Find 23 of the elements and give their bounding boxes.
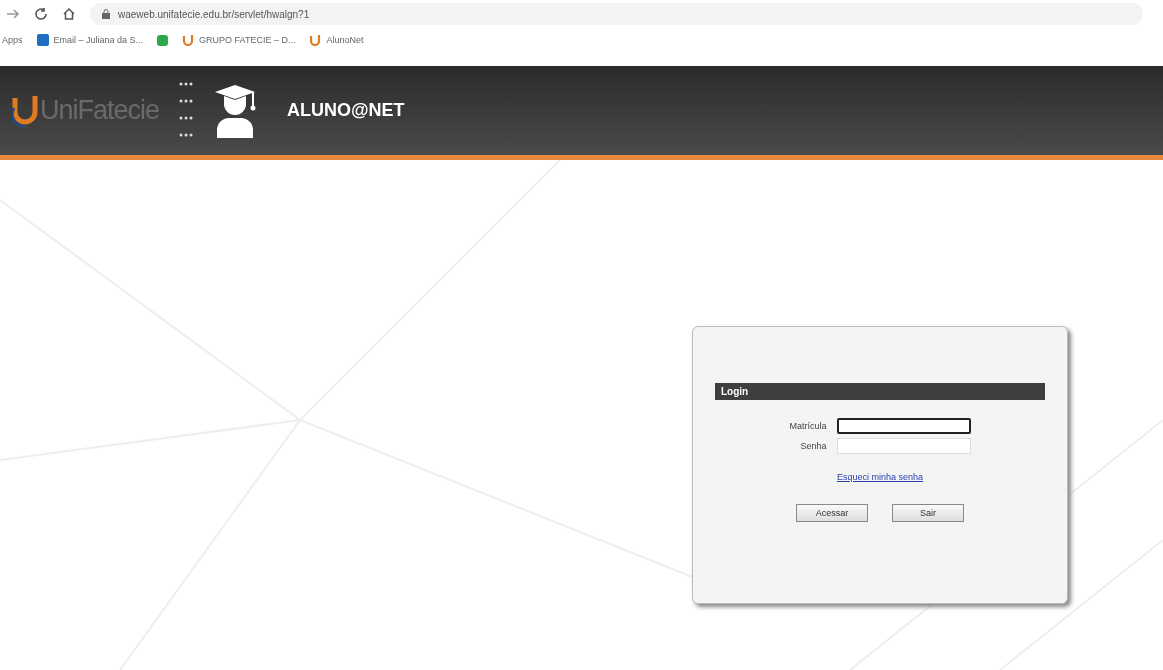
mail-icon	[36, 34, 49, 46]
lock-icon	[102, 9, 110, 19]
bookmark[interactable]: Email – Juliana da S...	[36, 34, 144, 46]
bookmark[interactable]: GRUPO FATECIE – D...	[182, 34, 296, 46]
address-bar[interactable]: waeweb.unifatecie.edu.br/servlet/hwalgn?1	[90, 3, 1143, 25]
form-button[interactable]: Sair	[892, 504, 964, 522]
reload-icon[interactable]	[34, 7, 48, 21]
input-field[interactable]	[836, 418, 971, 434]
u-logo-icon	[182, 34, 195, 46]
form-button[interactable]: Acessar	[796, 504, 868, 522]
bookmark-icon[interactable]	[157, 34, 169, 46]
back-icon[interactable]	[6, 8, 20, 20]
field-label: Senha	[800, 441, 827, 451]
home-icon[interactable]	[62, 7, 76, 21]
panel-header: Login	[715, 383, 1045, 400]
graduate-icon[interactable]	[213, 83, 258, 138]
apps-link[interactable]: Apps	[2, 35, 23, 45]
forgot-password-link[interactable]: Esqueci minha senha	[715, 472, 1045, 482]
field-label: Matrícula	[789, 421, 827, 431]
bookmark[interactable]: AlunoNet	[309, 34, 364, 46]
u-logo-icon	[309, 34, 322, 46]
shield-icon	[12, 93, 38, 128]
app-title: ALUNO@NET	[287, 100, 405, 121]
